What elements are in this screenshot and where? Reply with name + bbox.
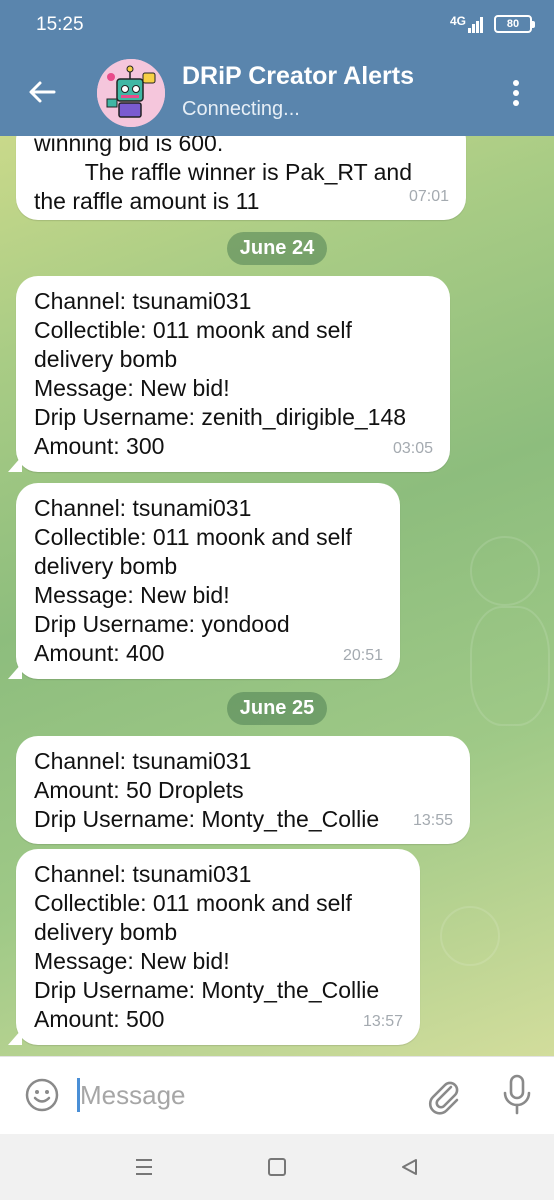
bubble-tail	[8, 663, 22, 679]
date-separator: June 25	[227, 692, 327, 725]
message-line: the raffle amount is 11	[34, 188, 260, 214]
chat-title[interactable]: DRiP Creator Alerts	[182, 62, 414, 91]
message-bubble[interactable]: Channel: tsunami031 Amount: 50 Droplets …	[16, 736, 470, 844]
message-line: Message: New bid!	[34, 582, 230, 608]
emoji-icon[interactable]	[24, 1077, 60, 1113]
message-line: Amount: 50 Droplets	[34, 777, 244, 803]
nav-back-icon[interactable]	[400, 1158, 418, 1176]
message-line: The raffle winner is Pak_RT and	[34, 159, 412, 185]
back-arrow-icon[interactable]	[26, 76, 58, 108]
message-line: Drip Username: Monty_the_Collie	[34, 977, 380, 1003]
message-composer	[0, 1056, 554, 1134]
status-bar: 15:25 4G 80	[0, 0, 554, 50]
message-bubble[interactable]: Channel: tsunami031 Collectible: 011 moo…	[8, 276, 450, 472]
message-time: 20:51	[342, 647, 383, 664]
message-bubble[interactable]: winning bid is 600. The raffle winner is…	[16, 136, 466, 220]
paperclip-icon[interactable]	[424, 1075, 464, 1115]
message-time: 13:55	[412, 812, 453, 829]
bubble-tail	[8, 1029, 22, 1045]
message-line: Amount: 500	[34, 1006, 165, 1032]
background-doodle	[470, 536, 540, 606]
signal-icon	[468, 17, 483, 33]
network-type: 4G	[449, 14, 466, 28]
status-time: 15:25	[36, 14, 84, 35]
message-line: Drip Username: zenith_dirigible_148	[34, 404, 407, 430]
message-line: Channel: tsunami031	[34, 288, 252, 314]
battery-icon: 80	[494, 15, 535, 33]
message-time: 13:57	[362, 1013, 403, 1030]
message-line: Collectible: 011 moonk and self	[34, 890, 352, 916]
message-time: 03:05	[392, 440, 433, 457]
message-time: 07:01	[408, 188, 449, 205]
channel-avatar[interactable]	[97, 59, 165, 127]
message-line: Amount: 400	[34, 640, 165, 666]
message-line: Message: New bid!	[34, 375, 230, 401]
more-vertical-icon[interactable]	[506, 78, 526, 108]
system-navigation-bar	[0, 1134, 554, 1200]
message-line: winning bid is 600.	[34, 136, 224, 156]
message-line: Drip Username: Monty_the_Collie	[34, 806, 380, 832]
message-input[interactable]	[80, 1075, 400, 1115]
message-bubble[interactable]: Channel: tsunami031 Collectible: 011 moo…	[8, 849, 420, 1045]
recent-apps-icon[interactable]	[134, 1156, 154, 1178]
robot-avatar-icon	[97, 59, 165, 127]
message-line: Channel: tsunami031	[34, 748, 252, 774]
message-line: Drip Username: yondood	[34, 611, 290, 637]
home-icon[interactable]	[268, 1158, 286, 1176]
microphone-icon[interactable]	[500, 1073, 534, 1117]
background-doodle	[470, 606, 550, 726]
message-bubble[interactable]: Channel: tsunami031 Collectible: 011 moo…	[8, 483, 400, 679]
message-line: Amount: 300	[34, 433, 165, 459]
background-doodle	[440, 906, 500, 966]
message-line: Collectible: 011 moonk and self	[34, 524, 352, 550]
message-line: delivery bomb	[34, 919, 178, 945]
message-line: Channel: tsunami031	[34, 861, 252, 887]
message-line: Collectible: 011 moonk and self	[34, 317, 352, 343]
message-line: Channel: tsunami031	[34, 495, 252, 521]
app-header: 15:25 4G 80 DRiP Creator Alerts Connecti…	[0, 0, 554, 136]
bubble-tail	[8, 456, 22, 472]
message-line: Message: New bid!	[34, 948, 230, 974]
chat-subtitle: Connecting...	[182, 98, 300, 120]
message-line: delivery bomb	[34, 346, 178, 372]
message-list[interactable]: winning bid is 600. The raffle winner is…	[0, 136, 554, 1056]
message-line: delivery bomb	[34, 553, 178, 579]
date-separator: June 24	[227, 232, 327, 265]
